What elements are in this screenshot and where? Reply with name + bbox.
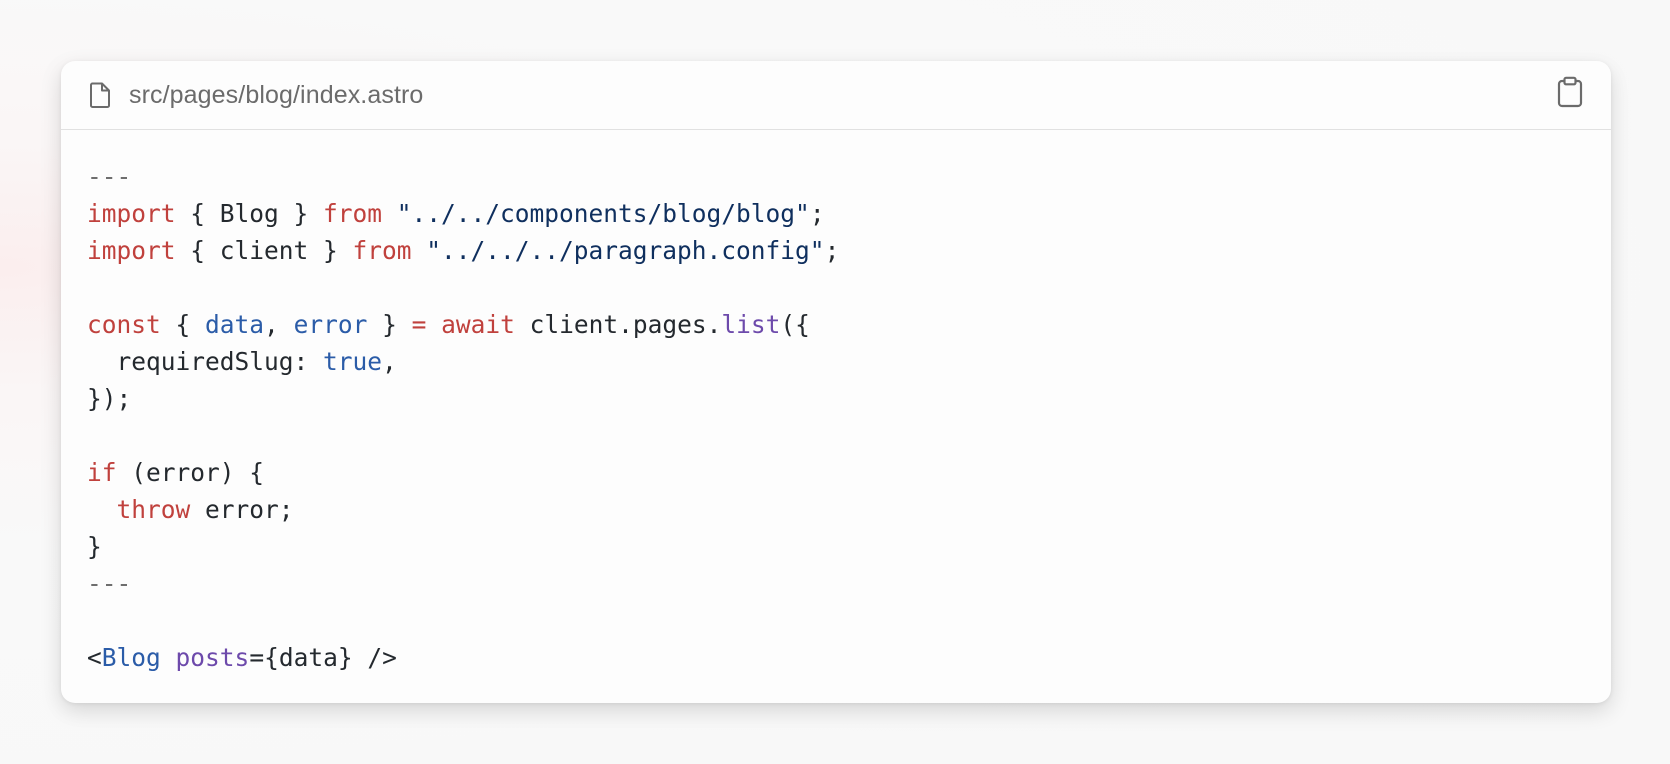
code-token: } bbox=[87, 532, 102, 561]
file-name: src/pages/blog/index.astro bbox=[129, 80, 424, 109]
code-token: "../../components/blog/blog" bbox=[382, 199, 810, 228]
code-token: Blog bbox=[101, 643, 161, 672]
code-token: const bbox=[87, 310, 161, 339]
file-icon bbox=[87, 81, 113, 109]
code-line: --- bbox=[87, 565, 1585, 602]
code-line: } bbox=[87, 528, 1585, 565]
code-line: import { client } from "../../../paragra… bbox=[87, 232, 1585, 269]
code-token: error; bbox=[190, 495, 294, 524]
code-line: }); bbox=[87, 380, 1585, 417]
code-line: import { Blog } from "../../components/b… bbox=[87, 195, 1585, 232]
copy-button[interactable] bbox=[1553, 76, 1587, 112]
code-block-header: src/pages/blog/index.astro bbox=[61, 61, 1611, 130]
code-token: error bbox=[293, 310, 368, 339]
code-token: client.pages. bbox=[514, 310, 722, 339]
code-line: <Blog posts={data} /> bbox=[87, 639, 1585, 676]
code-content: --- import { Blog } from "../../component… bbox=[61, 130, 1611, 676]
code-token: throw bbox=[116, 495, 191, 524]
code-token: < bbox=[87, 643, 102, 672]
code-block: src/pages/blog/index.astro --- import { B… bbox=[61, 61, 1611, 703]
code-token: from bbox=[323, 199, 383, 228]
code-token: from bbox=[352, 236, 412, 265]
code-token: = bbox=[411, 310, 427, 339]
code-token: posts bbox=[175, 643, 250, 672]
code-token: (error) { bbox=[116, 458, 265, 487]
code-token: ; bbox=[824, 236, 840, 265]
code-token: { Blog } bbox=[175, 199, 324, 228]
code-line: --- bbox=[87, 158, 1585, 195]
code-token: --- bbox=[87, 162, 132, 191]
code-line: throw error; bbox=[87, 491, 1585, 528]
code-token: await bbox=[441, 310, 515, 339]
code-token: data bbox=[205, 310, 265, 339]
code-token: --- bbox=[87, 569, 132, 598]
code-token: , bbox=[382, 347, 397, 376]
code-token: if bbox=[87, 458, 117, 487]
code-token: { client } bbox=[175, 236, 353, 265]
code-token: import bbox=[87, 199, 176, 228]
code-token: { bbox=[160, 310, 206, 339]
code-token: "../../../paragraph.config" bbox=[411, 236, 825, 265]
code-token: } bbox=[367, 310, 412, 339]
code-line: requiredSlug: true, bbox=[87, 343, 1585, 380]
code-token: list bbox=[721, 310, 781, 339]
code-line: if (error) { bbox=[87, 454, 1585, 491]
code-token: import bbox=[87, 236, 176, 265]
code-token: ; bbox=[809, 199, 825, 228]
code-token: ={data} /> bbox=[249, 643, 397, 672]
code-token: , bbox=[264, 310, 294, 339]
code-token: true bbox=[323, 347, 383, 376]
code-token: }); bbox=[87, 384, 132, 413]
code-token: requiredSlug: bbox=[87, 347, 324, 376]
code-line: const { data, error } = await client.pag… bbox=[87, 306, 1585, 343]
code-token: ({ bbox=[780, 310, 810, 339]
clipboard-icon bbox=[1556, 76, 1584, 113]
